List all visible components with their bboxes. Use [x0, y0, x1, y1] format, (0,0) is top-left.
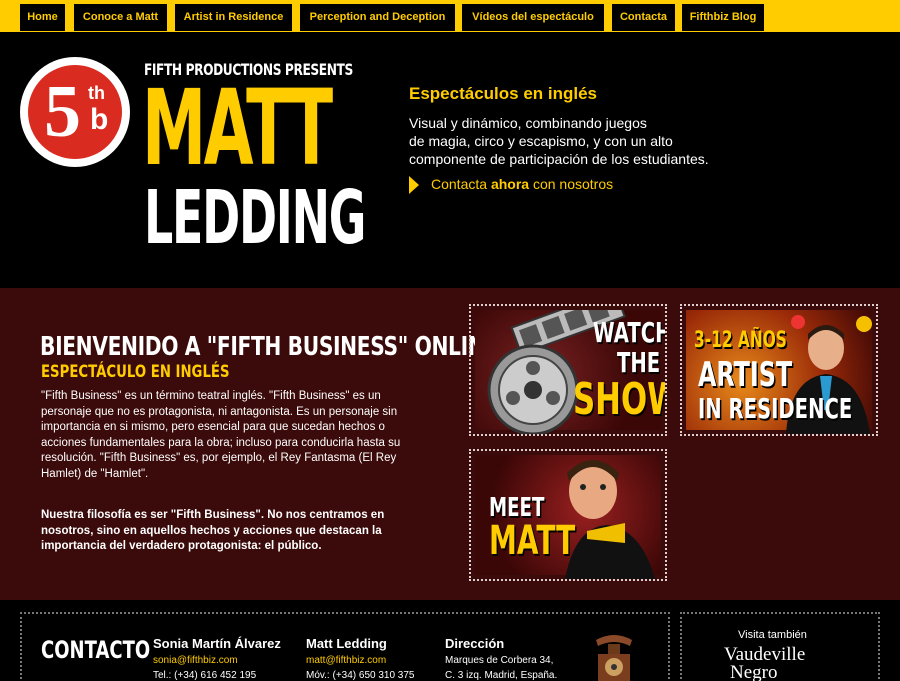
contact-sonia-phone: Tel.: (+34) 616 452 195: [153, 670, 257, 681]
contact-matt-email[interactable]: matt@fifthbiz.com: [306, 655, 386, 666]
nav-home[interactable]: Home: [20, 4, 65, 31]
nav-videos[interactable]: Vídeos del espectáculo: [462, 4, 604, 31]
welcome-subtitle: Espectáculo en inglés: [41, 362, 230, 382]
nav-contacta[interactable]: Contacta: [612, 4, 675, 31]
contact-matt-phone: Móv.: (+34) 650 310 375: [306, 670, 415, 681]
show-description: Visual y dinámico, combinando juegos de …: [409, 114, 749, 168]
show-description-line: de magia, circo y escapismo, y con un al…: [409, 133, 673, 149]
address-line2: C. 3 izq. Madrid, España.: [445, 670, 558, 681]
show-title: Espectáculos en inglés: [409, 84, 598, 103]
show-description-line: Visual y dinámico, combinando juegos: [409, 115, 647, 131]
title-first-name: MATT: [142, 67, 333, 189]
artist-in-residence-banner[interactable]: 3-12 AÑOS ARTIST IN RESIDENCE: [680, 304, 878, 436]
artist-line2: ARTIST: [698, 355, 793, 395]
watch-line1: WATCH: [593, 316, 667, 349]
contact-prefix: Contacta: [431, 176, 491, 192]
contact-suffix: con nosotros: [529, 176, 614, 192]
logo-b: b: [90, 103, 109, 136]
address-title: Dirección: [445, 636, 505, 651]
visit-also-label: Visita también: [738, 629, 807, 641]
logo-th: th: [88, 83, 105, 103]
telephone-icon: [596, 635, 632, 681]
nav-artist-in-residence[interactable]: Artist in Residence: [175, 4, 292, 31]
vaudeville-negro-link[interactable]: Vaudeville Negro: [724, 645, 805, 681]
top-nav: Home Conoce a Matt Artist in Residence P…: [0, 0, 900, 32]
intro-paragraph: "Fifth Business" es un término teatral i…: [41, 390, 401, 480]
vaudeville-line2: Negro: [730, 662, 778, 681]
welcome-title: Bienvenido a "Fifth Business" Online: [40, 332, 498, 362]
contact-heading: CONTACTO: [41, 636, 151, 664]
contact-matt-name: Matt Ledding: [306, 636, 387, 651]
address-line1: Marques de Corbera 34,: [445, 655, 554, 666]
nav-blog[interactable]: Fifthbiz Blog: [682, 4, 764, 31]
title-last-name: LEDDING: [144, 175, 366, 261]
logo-inner: 5 th b: [28, 65, 122, 159]
main-content: Bienvenido a "Fifth Business" Online Esp…: [0, 288, 900, 600]
logo-five: 5: [44, 71, 81, 153]
contact-now-link[interactable]: Contacta ahora con nosotros: [409, 176, 614, 195]
philosophy-paragraph: Nuestra filosofía es ser "Fifth Business…: [41, 509, 385, 553]
artist-line3: IN RESIDENCE: [698, 392, 853, 425]
meet-matt-banner[interactable]: MEET MATT: [469, 449, 667, 581]
show-description-line: componente de participación de los estud…: [409, 151, 709, 167]
contact-bold: ahora: [490, 176, 530, 192]
meet-banner-bg: MEET MATT: [475, 455, 661, 579]
watch-the-show-banner[interactable]: WATCH THE SHOW: [469, 304, 667, 436]
nav-perception-and-deception[interactable]: Perception and Deception: [300, 4, 455, 31]
nav-conoce-a-matt[interactable]: Conoce a Matt: [74, 4, 167, 31]
watch-line3: SHOW: [573, 374, 665, 425]
header: 5 th b Fifth Productions Presents MATT L…: [0, 32, 900, 288]
fifth-productions-logo[interactable]: 5 th b: [20, 57, 130, 167]
watch-banner-bg: WATCH THE SHOW: [475, 310, 665, 434]
arrow-right-icon: [409, 176, 419, 195]
contact-sonia-email[interactable]: sonia@fifthbiz.com: [153, 655, 238, 666]
artist-line1: 3-12 AÑOS: [694, 328, 787, 353]
artist-banner-bg: 3-12 AÑOS ARTIST IN RESIDENCE: [686, 310, 872, 434]
footer: CONTACTO Sonia Martín Álvarez sonia@fift…: [0, 600, 900, 681]
contact-sonia-name: Sonia Martín Álvarez: [153, 636, 281, 651]
meet-line2: MATT: [489, 518, 576, 564]
